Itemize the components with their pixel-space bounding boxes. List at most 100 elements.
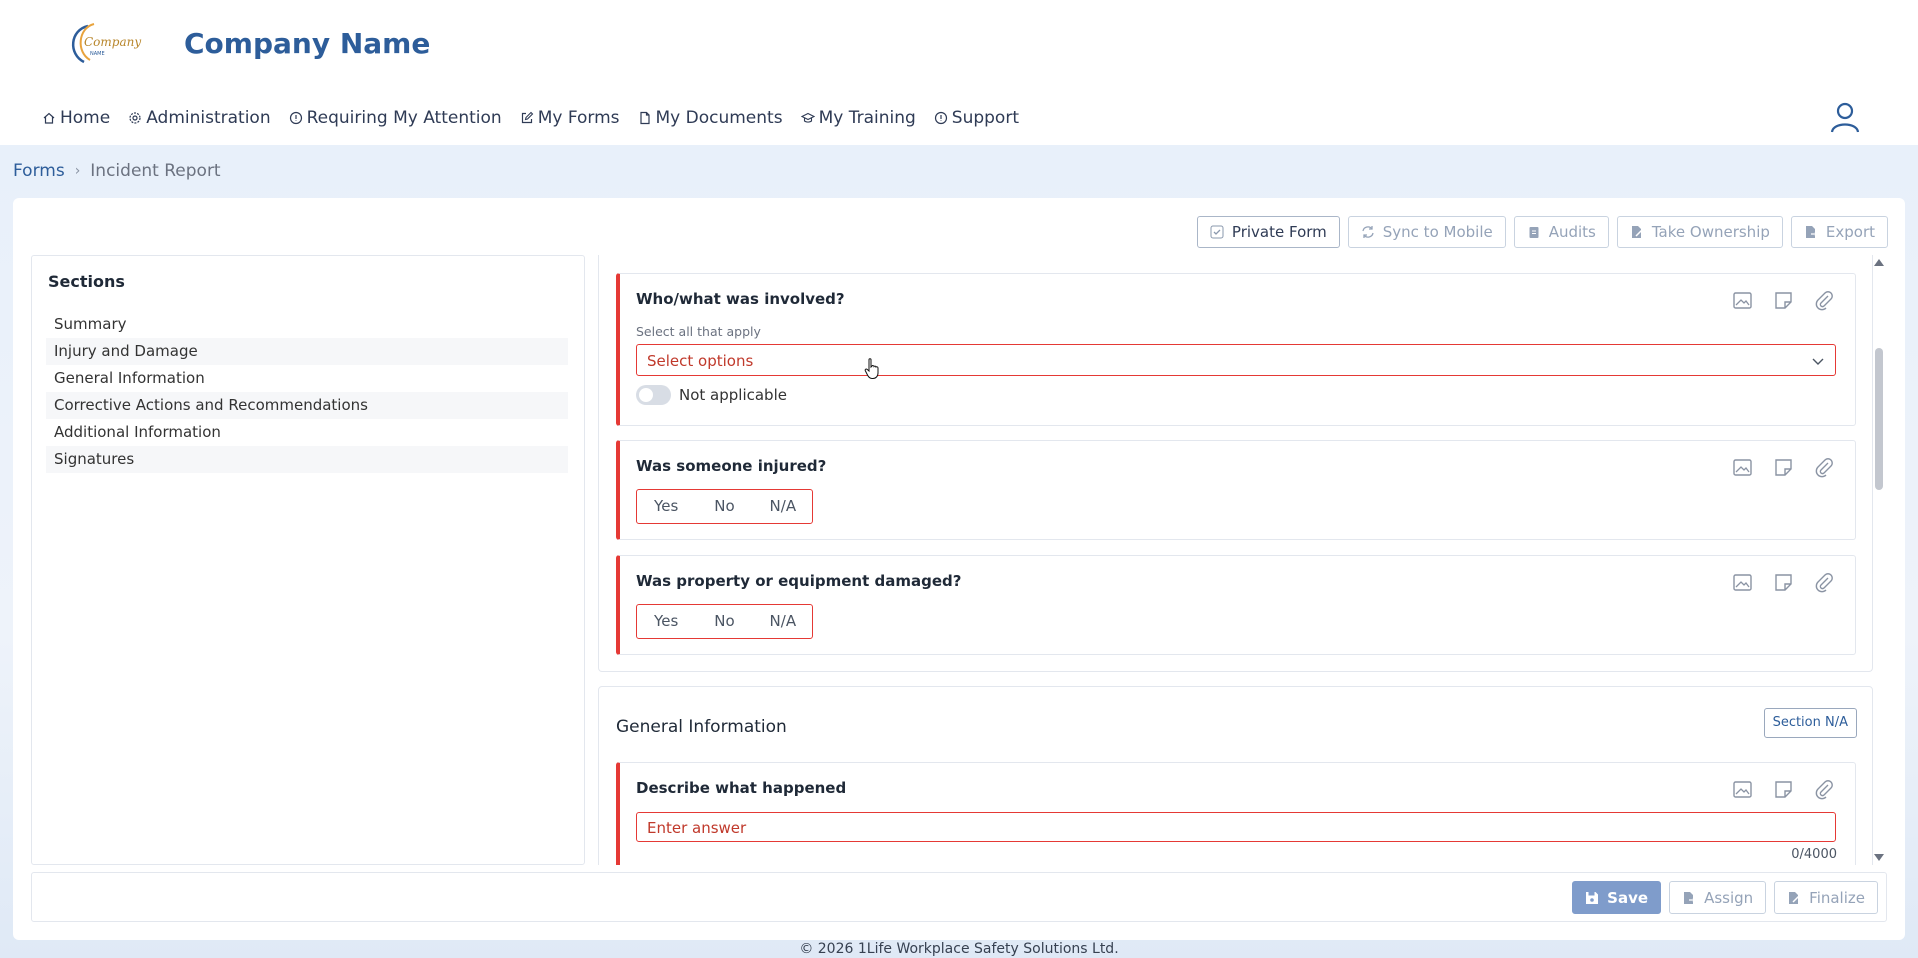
question-actions	[1732, 290, 1835, 311]
note-icon[interactable]	[1773, 457, 1794, 478]
audits-button[interactable]: Audits	[1513, 216, 1609, 248]
file-assign-icon	[1684, 891, 1696, 904]
note-icon[interactable]	[1773, 290, 1794, 311]
export-button[interactable]: Export	[1790, 216, 1888, 248]
nav-label: Requiring My Attention	[306, 108, 502, 128]
section-item-injury-and-damage[interactable]: Injury and Damage	[46, 338, 568, 365]
question-actions	[1732, 779, 1835, 800]
hand-pointer-cursor-icon	[864, 358, 879, 379]
nav-item-home[interactable]: Home	[42, 108, 110, 128]
option-no[interactable]: No	[695, 605, 753, 638]
injury-damage-group: Who/what was involved? Select all that a…	[598, 255, 1873, 672]
paperclip-icon[interactable]	[1814, 457, 1835, 478]
nav-item-my-training[interactable]: My Training	[800, 108, 916, 128]
question-describe: Describe what happened Enter answer 0/40…	[616, 762, 1856, 865]
image-icon[interactable]	[1732, 572, 1753, 593]
nav-label: My Training	[818, 108, 916, 128]
sections-list: Summary Injury and Damage General Inform…	[46, 311, 568, 473]
user-profile-icon[interactable]	[1828, 100, 1862, 134]
yes-no-na-group: Yes No N/A	[636, 604, 813, 639]
copyright-text: © 2026 1Life Workplace Safety Solutions …	[799, 941, 1119, 957]
checkbox-checked-icon	[1210, 225, 1224, 239]
section-item-corrective-actions[interactable]: Corrective Actions and Recommendations	[46, 392, 568, 419]
take-ownership-button[interactable]: Take Ownership	[1616, 216, 1783, 248]
edit-icon	[521, 111, 533, 124]
question-injured: Was someone injured? Yes No N/A	[616, 440, 1856, 540]
paperclip-icon[interactable]	[1814, 290, 1835, 311]
save-label: Save	[1607, 888, 1649, 907]
note-icon[interactable]	[1773, 779, 1794, 800]
nav-label: My Documents	[655, 108, 783, 128]
image-icon[interactable]	[1732, 457, 1753, 478]
section-item-signatures[interactable]: Signatures	[46, 446, 568, 473]
alert-circle-icon	[289, 111, 302, 125]
assign-label: Assign	[1704, 888, 1754, 907]
image-icon[interactable]	[1732, 779, 1753, 800]
paperclip-icon[interactable]	[1814, 572, 1835, 593]
nav-item-my-documents[interactable]: My Documents	[638, 108, 783, 128]
paperclip-icon[interactable]	[1814, 779, 1835, 800]
form-action-bar: Save Assign Finalize	[31, 872, 1887, 922]
nav-label: My Forms	[537, 108, 620, 128]
sections-title: Sections	[48, 272, 125, 291]
section-heading: General Information	[616, 717, 787, 737]
scroll-down-arrow[interactable]	[1874, 854, 1884, 861]
select-placeholder: Select options	[647, 352, 754, 370]
nav-label: Administration	[146, 108, 271, 128]
save-button[interactable]: Save	[1572, 881, 1662, 914]
nav-item-requiring-attention[interactable]: Requiring My Attention	[289, 108, 502, 128]
option-na[interactable]: N/A	[754, 490, 812, 523]
floppy-disk-icon	[1586, 891, 1599, 904]
question-involved: Who/what was involved? Select all that a…	[616, 273, 1856, 426]
nav-label: Home	[60, 108, 111, 128]
scroll-up-arrow[interactable]	[1874, 259, 1884, 266]
graduation-cap-icon	[800, 112, 815, 123]
not-applicable-row: Not applicable	[636, 385, 787, 405]
breadcrumb-forms-link[interactable]: Forms	[13, 161, 65, 181]
form-toolbar: Private Form Sync to Mobile Audits Take …	[1196, 216, 1888, 248]
character-counter: 0/4000	[1791, 847, 1837, 862]
image-icon[interactable]	[1732, 290, 1753, 311]
section-item-general-information[interactable]: General Information	[46, 365, 568, 392]
file-finalize-icon	[1789, 891, 1801, 904]
describe-answer-input[interactable]: Enter answer	[636, 812, 1836, 842]
export-label: Export	[1825, 223, 1875, 241]
involved-multiselect[interactable]: Select options	[636, 344, 1836, 376]
not-applicable-toggle[interactable]	[636, 385, 671, 405]
section-item-summary[interactable]: Summary	[46, 311, 568, 338]
nav-item-my-forms[interactable]: My Forms	[520, 108, 620, 128]
option-no[interactable]: No	[695, 490, 753, 523]
answer-placeholder: Enter answer	[647, 819, 747, 837]
file-export-icon	[1805, 226, 1818, 238]
breadcrumb-current: Incident Report	[90, 161, 221, 181]
home-icon	[43, 112, 55, 124]
company-logo[interactable]: Company NAME	[66, 22, 142, 64]
section-item-additional-information[interactable]: Additional Information	[46, 419, 568, 446]
svg-text:Company: Company	[84, 35, 141, 49]
question-title: Who/what was involved?	[636, 290, 845, 308]
nav-item-support[interactable]: Support	[934, 108, 1019, 128]
note-icon[interactable]	[1773, 572, 1794, 593]
sync-label: Sync to Mobile	[1382, 223, 1493, 241]
option-yes[interactable]: Yes	[637, 490, 695, 523]
top-header: Company NAME Company Name Home Administr…	[0, 0, 1918, 145]
yes-no-na-group: Yes No N/A	[636, 489, 813, 524]
option-na[interactable]: N/A	[754, 605, 812, 638]
clipboard-icon	[1529, 227, 1539, 238]
chevron-right-icon: ›	[74, 163, 81, 179]
option-yes[interactable]: Yes	[637, 605, 695, 638]
breadcrumb: Forms › Incident Report	[13, 161, 221, 181]
scrollbar-thumb[interactable]	[1875, 348, 1883, 490]
sync-to-mobile-button[interactable]: Sync to Mobile	[1347, 216, 1506, 248]
info-circle-icon	[934, 111, 947, 125]
sections-panel: Sections Summary Injury and Damage Gener…	[31, 255, 585, 865]
nav-item-administration[interactable]: Administration	[128, 108, 271, 128]
chevron-down-icon	[1812, 358, 1824, 365]
svg-text:NAME: NAME	[90, 51, 105, 57]
nav-label: Support	[951, 108, 1019, 128]
assign-button[interactable]: Assign	[1669, 881, 1767, 914]
form-scrollbar[interactable]	[1873, 255, 1885, 865]
section-na-button[interactable]: Section N/A	[1763, 708, 1857, 738]
private-form-toggle[interactable]: Private Form	[1196, 216, 1340, 248]
finalize-button[interactable]: Finalize	[1774, 881, 1878, 914]
